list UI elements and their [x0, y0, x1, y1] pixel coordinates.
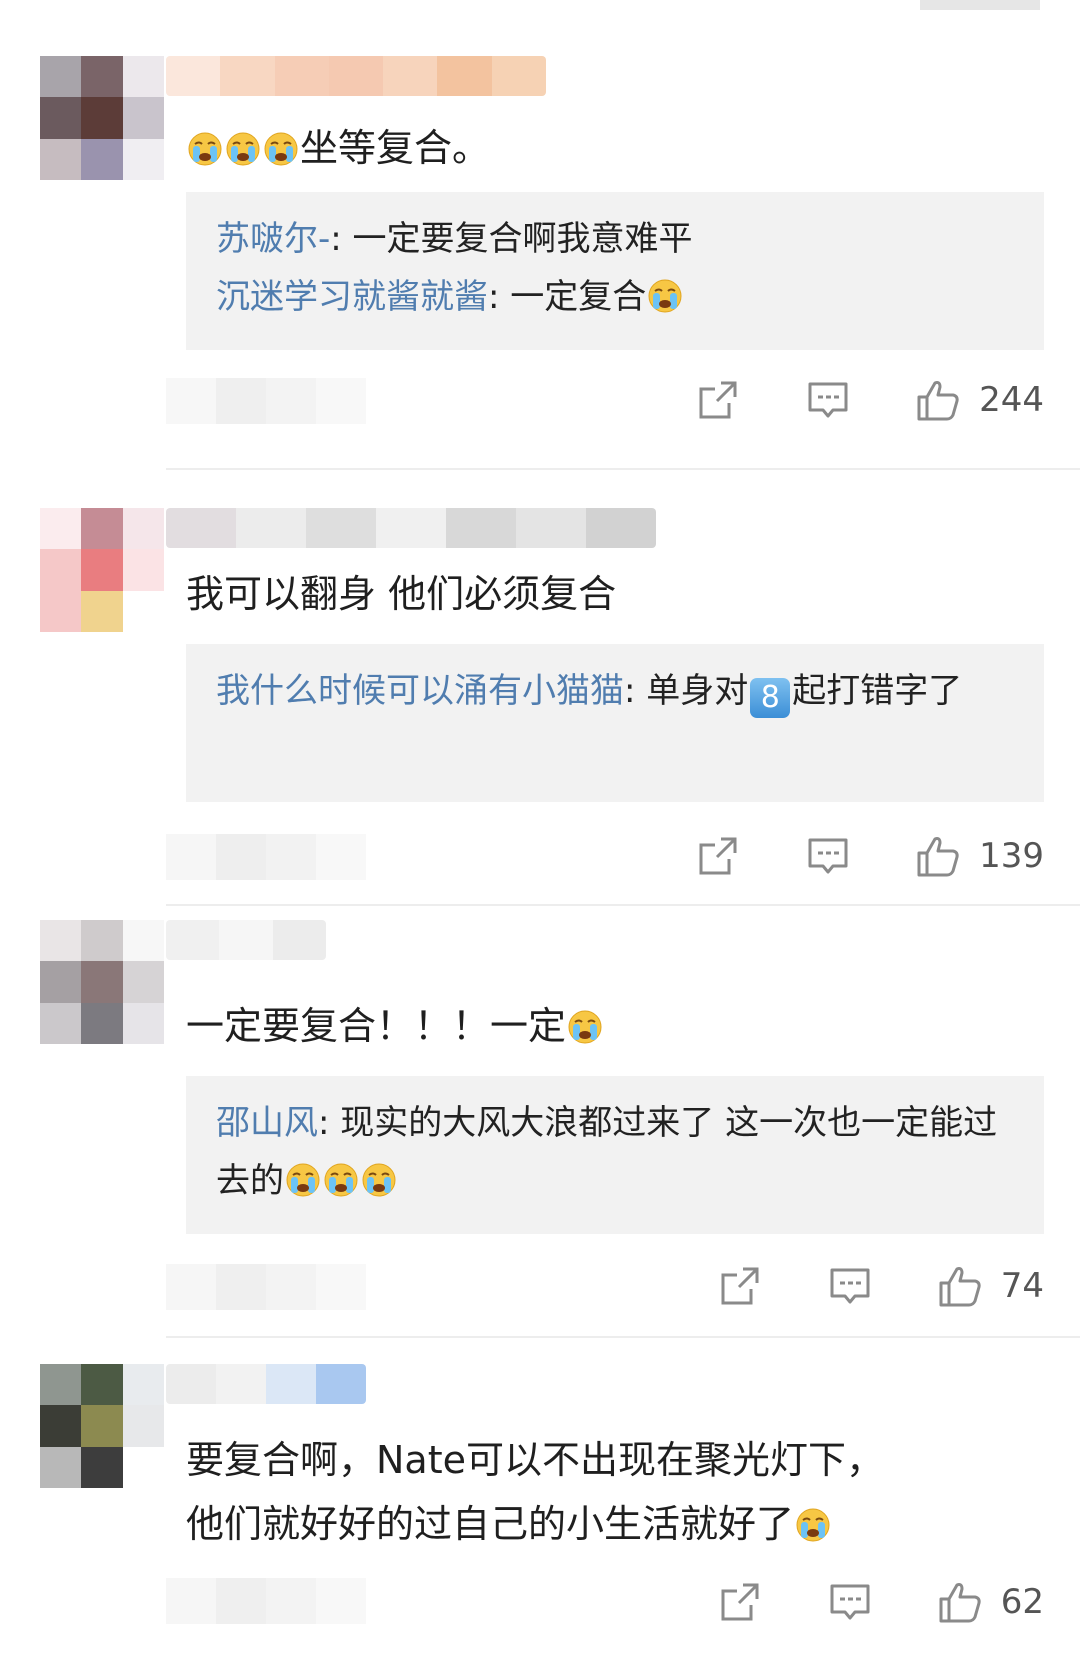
comment-body-line: 要复合啊，Nate可以不出现在聚光灯下，	[186, 1438, 884, 1482]
crying-face-icon	[567, 1007, 603, 1045]
avatar[interactable]	[40, 1364, 164, 1488]
username-blurred[interactable]	[166, 1364, 366, 1404]
comment-body: 我可以翻身 他们必须复合	[186, 572, 617, 616]
like-button[interactable]: 62	[937, 1579, 1044, 1625]
reply-username[interactable]: 我什么时候可以涌有小猫猫	[216, 671, 624, 711]
thumbs-up-icon[interactable]	[937, 1579, 983, 1625]
share-icon[interactable]	[717, 1263, 763, 1309]
like-button[interactable]: 139	[915, 833, 1044, 879]
reply-list[interactable]: 邵山风: 现实的大风大浪都过来了 这一次也一定能过去的	[186, 1076, 1044, 1234]
like-count: 244	[979, 380, 1044, 420]
comment-body-line-text: 他们就好好的过自己的小生活就好了	[186, 1502, 795, 1546]
comment-icon[interactable]	[805, 377, 851, 423]
timestamp-blurred	[166, 1264, 366, 1310]
reply-username[interactable]: 苏啵尔-	[216, 219, 330, 259]
avatar[interactable]	[40, 920, 164, 1044]
action-bar: 244	[695, 370, 1044, 430]
reply-username[interactable]: 邵山风	[216, 1103, 318, 1143]
avatar[interactable]	[40, 508, 164, 632]
avatar[interactable]	[40, 56, 164, 180]
reply-text: 一定要复合啊我意难平	[352, 219, 693, 259]
thumbs-up-icon[interactable]	[915, 833, 961, 879]
like-count: 62	[1000, 1582, 1044, 1622]
reply-list[interactable]: 苏啵尔-: 一定要复合啊我意难平 沉迷学习就酱就酱: 一定复合	[186, 192, 1044, 350]
crying-face-icon	[225, 129, 261, 167]
reply-text: 一定复合	[510, 277, 647, 317]
thumbs-up-icon[interactable]	[937, 1263, 983, 1309]
like-button[interactable]: 74	[937, 1263, 1044, 1309]
share-icon[interactable]	[717, 1579, 763, 1625]
share-icon[interactable]	[695, 377, 741, 423]
action-bar: 139	[695, 826, 1044, 886]
comment-text: 要复合啊，Nate可以不出现在聚光灯下， 他们就好好的过自己的小生活就好了	[186, 1428, 1040, 1556]
comment-text: 一定要复合！！！一定	[186, 994, 1040, 1058]
reply-item[interactable]: 沉迷学习就酱就酱: 一定复合	[216, 268, 1014, 326]
top-edge-fragment	[920, 0, 1040, 10]
crying-face-icon	[647, 276, 683, 314]
number-8-emoji: 8	[750, 678, 791, 718]
comment-icon[interactable]	[827, 1263, 873, 1309]
reply-sep: :	[488, 277, 511, 317]
crying-face-icon	[795, 1505, 831, 1543]
reply-item[interactable]: 邵山风: 现实的大风大浪都过来了 这一次也一定能过去的	[216, 1094, 1014, 1210]
comment-icon[interactable]	[805, 833, 851, 879]
crying-face-icon	[263, 129, 299, 167]
crying-face-icon	[285, 1160, 321, 1198]
username-blurred[interactable]	[166, 56, 546, 96]
reply-item[interactable]: 苏啵尔-: 一定要复合啊我意难平	[216, 210, 1014, 268]
reply-sep: :	[624, 671, 647, 711]
reply-list[interactable]: 我什么时候可以涌有小猫猫: 单身对 8 起打错字了	[186, 644, 1044, 802]
timestamp-blurred	[166, 1578, 366, 1624]
username-blurred[interactable]	[166, 508, 656, 548]
like-button[interactable]: 244	[915, 377, 1044, 423]
crying-face-icon	[323, 1160, 359, 1198]
username-blurred[interactable]	[166, 920, 326, 960]
divider	[166, 468, 1080, 470]
divider	[166, 904, 1080, 906]
crying-face-icon	[361, 1160, 397, 1198]
reply-username[interactable]: 沉迷学习就酱就酱	[216, 277, 488, 317]
like-count: 74	[1000, 1266, 1044, 1306]
reply-text: 单身对	[646, 671, 749, 711]
comment-body-line: 他们就好好的过自己的小生活就好了	[186, 1492, 1040, 1556]
crying-face-icon	[187, 129, 223, 167]
timestamp-blurred	[166, 834, 366, 880]
thumbs-up-icon[interactable]	[915, 377, 961, 423]
divider	[166, 1336, 1080, 1338]
action-bar: 62	[717, 1572, 1044, 1632]
reply-text: 起打错字了	[792, 671, 963, 711]
comment-body: 坐等复合。	[300, 126, 491, 170]
comment-text: 坐等复合。	[186, 116, 1040, 180]
timestamp-blurred	[166, 378, 366, 424]
share-icon[interactable]	[695, 833, 741, 879]
comment-icon[interactable]	[827, 1579, 873, 1625]
reply-item[interactable]: 我什么时候可以涌有小猫猫: 单身对 8 起打错字了	[216, 662, 1014, 720]
comment-body: 一定要复合！！！一定	[186, 1004, 567, 1048]
action-bar: 74	[717, 1256, 1044, 1316]
comment-text: 我可以翻身 他们必须复合	[186, 562, 1040, 626]
reply-sep: :	[330, 219, 353, 259]
reply-sep: :	[318, 1103, 341, 1143]
like-count: 139	[979, 836, 1044, 876]
